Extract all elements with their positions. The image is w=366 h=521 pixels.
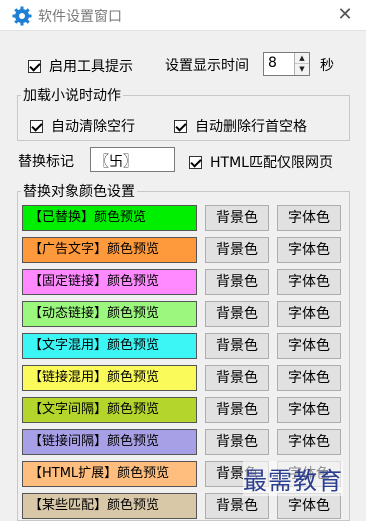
background-color-button[interactable]: 背景色 [205,397,269,423]
gear-icon [12,6,32,26]
background-color-button[interactable]: 背景色 [205,205,269,231]
html-only-label: HTML匹配仅限网页 [210,155,333,171]
title-bar: 软件设置窗口 ✕ [0,0,366,31]
trim-leading-checkbox[interactable]: 自动删除行首空格 [174,116,307,136]
color-settings-legend: 替换对象颜色设置 [21,181,137,201]
color-preview-3: 【固定链接】颜色预览 [22,269,197,295]
html-only-check-box[interactable] [189,155,202,169]
color-preview-1: 【已替换】颜色预览 [22,205,197,231]
background-color-button[interactable]: 背景色 [205,301,269,327]
background-color-button[interactable]: 背景色 [205,365,269,391]
clear-blank-label: 自动清除空行 [51,119,135,135]
tooltip-time-label: 设置显示时间 [165,58,249,74]
color-preview-2: 【广告文字】颜色预览 [22,237,197,263]
color-preview-4: 【动态链接】颜色预览 [22,301,197,327]
window-title: 软件设置窗口 [38,9,122,25]
font-color-button[interactable]: 字体色 [277,301,341,327]
clear-blank-checkbox[interactable]: 自动清除空行 [30,116,135,136]
tooltip-time-stepper[interactable]: 8 ▲ ▼ [263,52,310,76]
stepper-buttons[interactable]: ▲ ▼ [294,53,309,75]
color-preview-9: 【HTML扩展】颜色预览 [22,461,197,487]
tooltip-time-unit: 秒 [320,58,334,74]
color-preview-10: 【某些匹配】颜色预览 [22,493,197,519]
background-color-button[interactable]: 背景色 [205,269,269,295]
font-color-button[interactable]: 字体色 [277,397,341,423]
background-color-button[interactable]: 背景色 [205,429,269,455]
watermark-text: 最需教育 [243,461,343,496]
background-color-button[interactable]: 背景色 [205,237,269,263]
font-color-button[interactable]: 字体色 [277,237,341,263]
font-color-button[interactable]: 字体色 [277,429,341,455]
tooltip-enable-checkbox[interactable]: 启用工具提示 [28,56,133,76]
stepper-down-icon[interactable]: ▼ [295,64,309,75]
color-preview-8: 【链接间隔】颜色预览 [22,429,197,455]
trim-leading-label: 自动删除行首空格 [195,119,307,135]
color-preview-7: 【文字间隔】颜色预览 [22,397,197,423]
clear-blank-check-box[interactable] [30,119,43,133]
background-color-button[interactable]: 背景色 [205,333,269,359]
html-only-checkbox[interactable]: HTML匹配仅限网页 [189,152,333,172]
tooltip-enable-label: 启用工具提示 [49,59,133,75]
color-preview-5: 【文字混用】颜色预览 [22,333,197,359]
font-color-button[interactable]: 字体色 [277,205,341,231]
stepper-up-icon[interactable]: ▲ [295,53,309,64]
font-color-button[interactable]: 字体色 [277,365,341,391]
close-icon: ✕ [337,4,353,25]
background-color-button[interactable]: 背景色 [205,493,269,519]
close-button[interactable]: ✕ [332,2,358,28]
trim-leading-check-box[interactable] [174,119,187,133]
replace-mark-input[interactable]: 〖卐〗 [90,147,175,172]
tooltip-time-value[interactable]: 8 [268,55,277,71]
font-color-button[interactable]: 字体色 [277,493,341,519]
font-color-button[interactable]: 字体色 [277,333,341,359]
load-actions-legend: 加载小说时动作 [21,85,123,105]
replace-mark-label: 替换标记 [18,154,74,170]
font-color-button[interactable]: 字体色 [277,269,341,295]
color-preview-6: 【链接混用】颜色预览 [22,365,197,391]
tooltip-enable-check-box[interactable] [28,59,41,73]
